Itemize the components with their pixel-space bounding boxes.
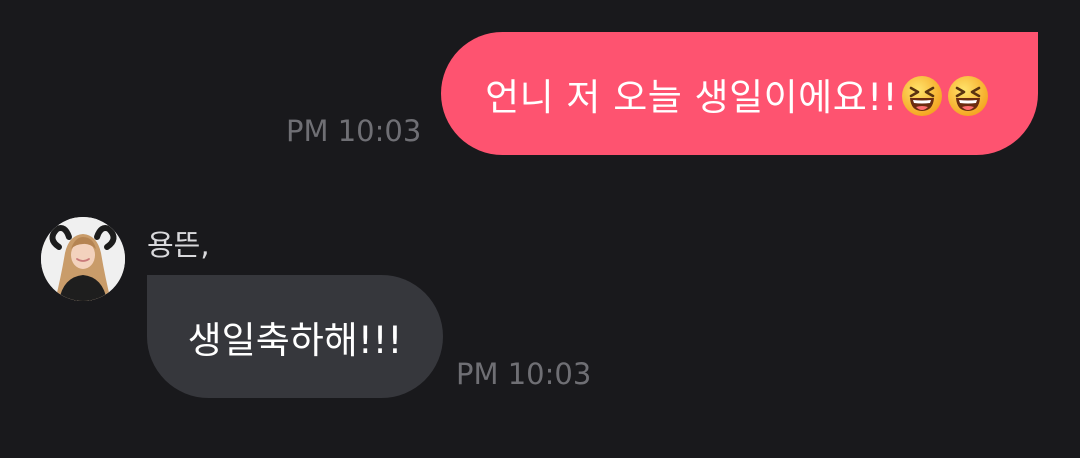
laughing-face-emoji-icon bbox=[901, 75, 942, 116]
incoming-message-timestamp: PM 10:03 bbox=[456, 357, 592, 391]
avatar-photo-icon bbox=[41, 217, 125, 301]
outgoing-message-text: 언니 저 오늘 생일이에요!! bbox=[485, 67, 990, 121]
incoming-message-text: 생일축하해!!! bbox=[187, 318, 403, 362]
laughing-face-emoji-icon bbox=[947, 75, 988, 116]
incoming-message-bubble[interactable]: 생일축하해!!! bbox=[147, 275, 443, 398]
sender-avatar[interactable] bbox=[41, 217, 125, 301]
outgoing-message-timestamp: PM 10:03 bbox=[286, 114, 422, 148]
outgoing-message-body: 언니 저 오늘 생일이에요!! bbox=[485, 75, 898, 119]
sender-name: 용뜬, bbox=[147, 228, 210, 262]
outgoing-message-bubble[interactable]: 언니 저 오늘 생일이에요!! bbox=[441, 32, 1038, 155]
